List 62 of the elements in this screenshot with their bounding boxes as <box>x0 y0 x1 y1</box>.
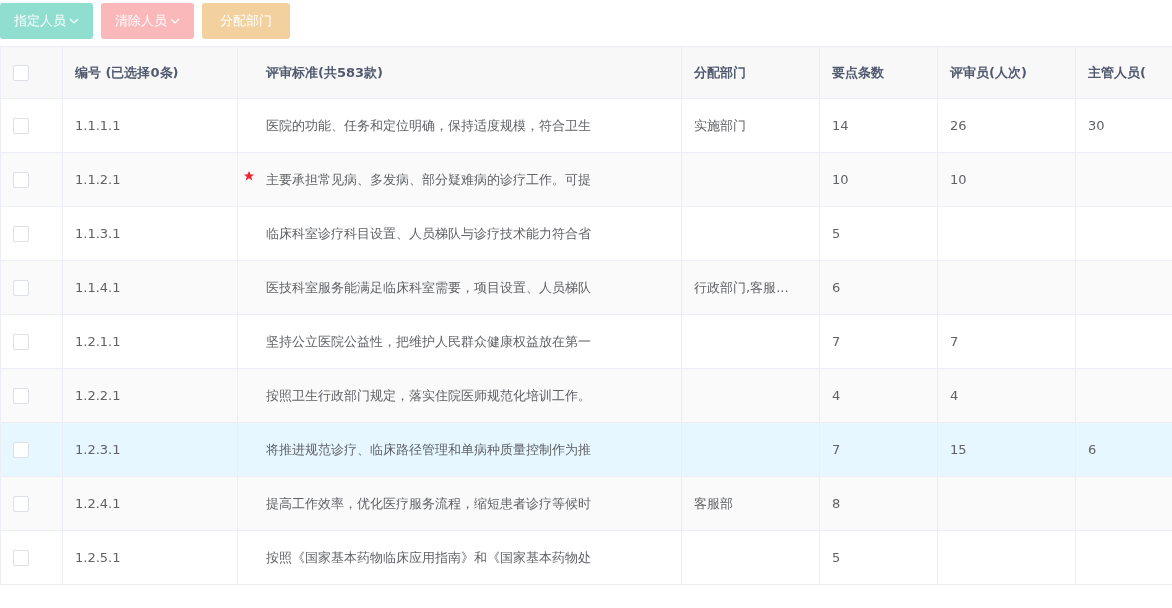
table-cell: 1.1.3.1 <box>75 226 121 241</box>
table-row[interactable]: 1.2.5.1 按照《国家基本药物临床应用指南》和《国家基本药物处 5 <box>1 531 1172 585</box>
table-cell: 7 <box>832 442 841 457</box>
checkbox[interactable] <box>13 225 29 242</box>
checkbox[interactable] <box>13 171 29 188</box>
table-cell: 1.2.5.1 <box>75 550 121 565</box>
table-cell: 按照卫生行政部门规定，落实住院医师规范化培训工作。 <box>266 386 591 405</box>
checkbox[interactable] <box>13 495 29 512</box>
table-cell: 10 <box>832 172 849 187</box>
table-cell: 4 <box>950 388 959 403</box>
checkbox[interactable] <box>13 549 29 566</box>
column-header: 评审员(人次) <box>950 63 1027 82</box>
table-cell: 1.1.1.1 <box>75 118 121 133</box>
table-row[interactable]: 1.2.2.1 按照卫生行政部门规定，落实住院医师规范化培训工作。 4 4 <box>1 369 1172 423</box>
checkbox[interactable] <box>13 279 29 296</box>
table-row[interactable]: 1.2.1.1 坚持公立医院公益性，把维护人民群众健康权益放在第一 7 7 <box>1 315 1172 369</box>
table-cell: 10 <box>950 172 967 187</box>
table-cell: 主要承担常见病、多发病、部分疑难病的诊疗工作。可提 <box>266 170 591 189</box>
table-cell: 客服部 <box>694 494 733 513</box>
column-header: 分配部门 <box>694 63 746 82</box>
table-cell: 行政部门,客服... <box>694 278 789 297</box>
table-cell: 1.2.3.1 <box>75 442 121 457</box>
table-row[interactable]: 1.1.1.1 医院的功能、任务和定位明确，保持适度规模，符合卫生 实施部门 14 26 30 <box>1 99 1172 153</box>
table-cell: 医技科室服务能满足临床科室需要，项目设置、人员梯队 <box>266 278 591 297</box>
table-cell: 1.1.2.1 <box>75 172 121 187</box>
column-header: 主管人员( <box>1088 63 1146 82</box>
checkbox[interactable] <box>13 333 29 350</box>
table-cell: 按照《国家基本药物临床应用指南》和《国家基本药物处 <box>266 548 591 567</box>
table-row[interactable]: 1.1.2.1 主要承担常见病、多发病、部分疑难病的诊疗工作。可提 10 10 <box>1 153 1172 207</box>
table-cell: 1.2.2.1 <box>75 388 121 403</box>
table-cell: 6 <box>832 280 841 295</box>
table-cell: 1.2.1.1 <box>75 334 121 349</box>
table-cell: 5 <box>832 550 841 565</box>
table-cell: 将推进规范诊疗、临床路径管理和单病种质量控制作为推 <box>266 440 591 459</box>
table-cell: 临床科室诊疗科目设置、人员梯队与诊疗技术能力符合省 <box>266 224 591 243</box>
table-cell: 医院的功能、任务和定位明确，保持适度规模，符合卫生 <box>266 116 591 135</box>
table-cell: 14 <box>832 118 849 133</box>
table-row[interactable]: 1.2.4.1 提高工作效率，优化医疗服务流程，缩短患者诊疗等候时 客服部 8 <box>1 477 1172 531</box>
table-cell: 4 <box>832 388 841 403</box>
checkbox[interactable] <box>13 387 29 404</box>
checkbox[interactable] <box>13 117 29 134</box>
table-cell: 7 <box>832 334 841 349</box>
table-cell: 15 <box>950 442 967 457</box>
column-header: 编号 (已选择0条) <box>75 63 179 82</box>
table-cell: 6 <box>1088 442 1097 457</box>
table-row[interactable]: 1.2.3.1 将推进规范诊疗、临床路径管理和单病种质量控制作为推 7 15 6 <box>1 423 1172 477</box>
table-row[interactable]: 1.1.3.1 临床科室诊疗科目设置、人员梯队与诊疗技术能力符合省 5 <box>1 207 1172 261</box>
table-cell: 26 <box>950 118 967 133</box>
table-cell: 实施部门 <box>694 116 746 135</box>
table-cell: 提高工作效率，优化医疗服务流程，缩短患者诊疗等候时 <box>266 494 591 513</box>
table-cell: 7 <box>950 334 959 349</box>
table-row[interactable]: 1.1.4.1 医技科室服务能满足临床科室需要，项目设置、人员梯队 行政部门,客服... 6 <box>1 261 1172 315</box>
checkbox[interactable] <box>13 64 29 81</box>
table-cell: 1.2.4.1 <box>75 496 121 511</box>
table-cell: 1.1.4.1 <box>75 280 121 295</box>
table-cell: 5 <box>832 226 841 241</box>
table-cell: 坚持公立医院公益性，把维护人民群众健康权益放在第一 <box>266 332 591 351</box>
column-header: 要点条数 <box>832 63 884 82</box>
table-cell: 30 <box>1088 118 1105 133</box>
column-header: 评审标准(共583款) <box>266 63 384 82</box>
table-cell: 8 <box>832 496 841 511</box>
checkbox[interactable] <box>13 441 29 458</box>
